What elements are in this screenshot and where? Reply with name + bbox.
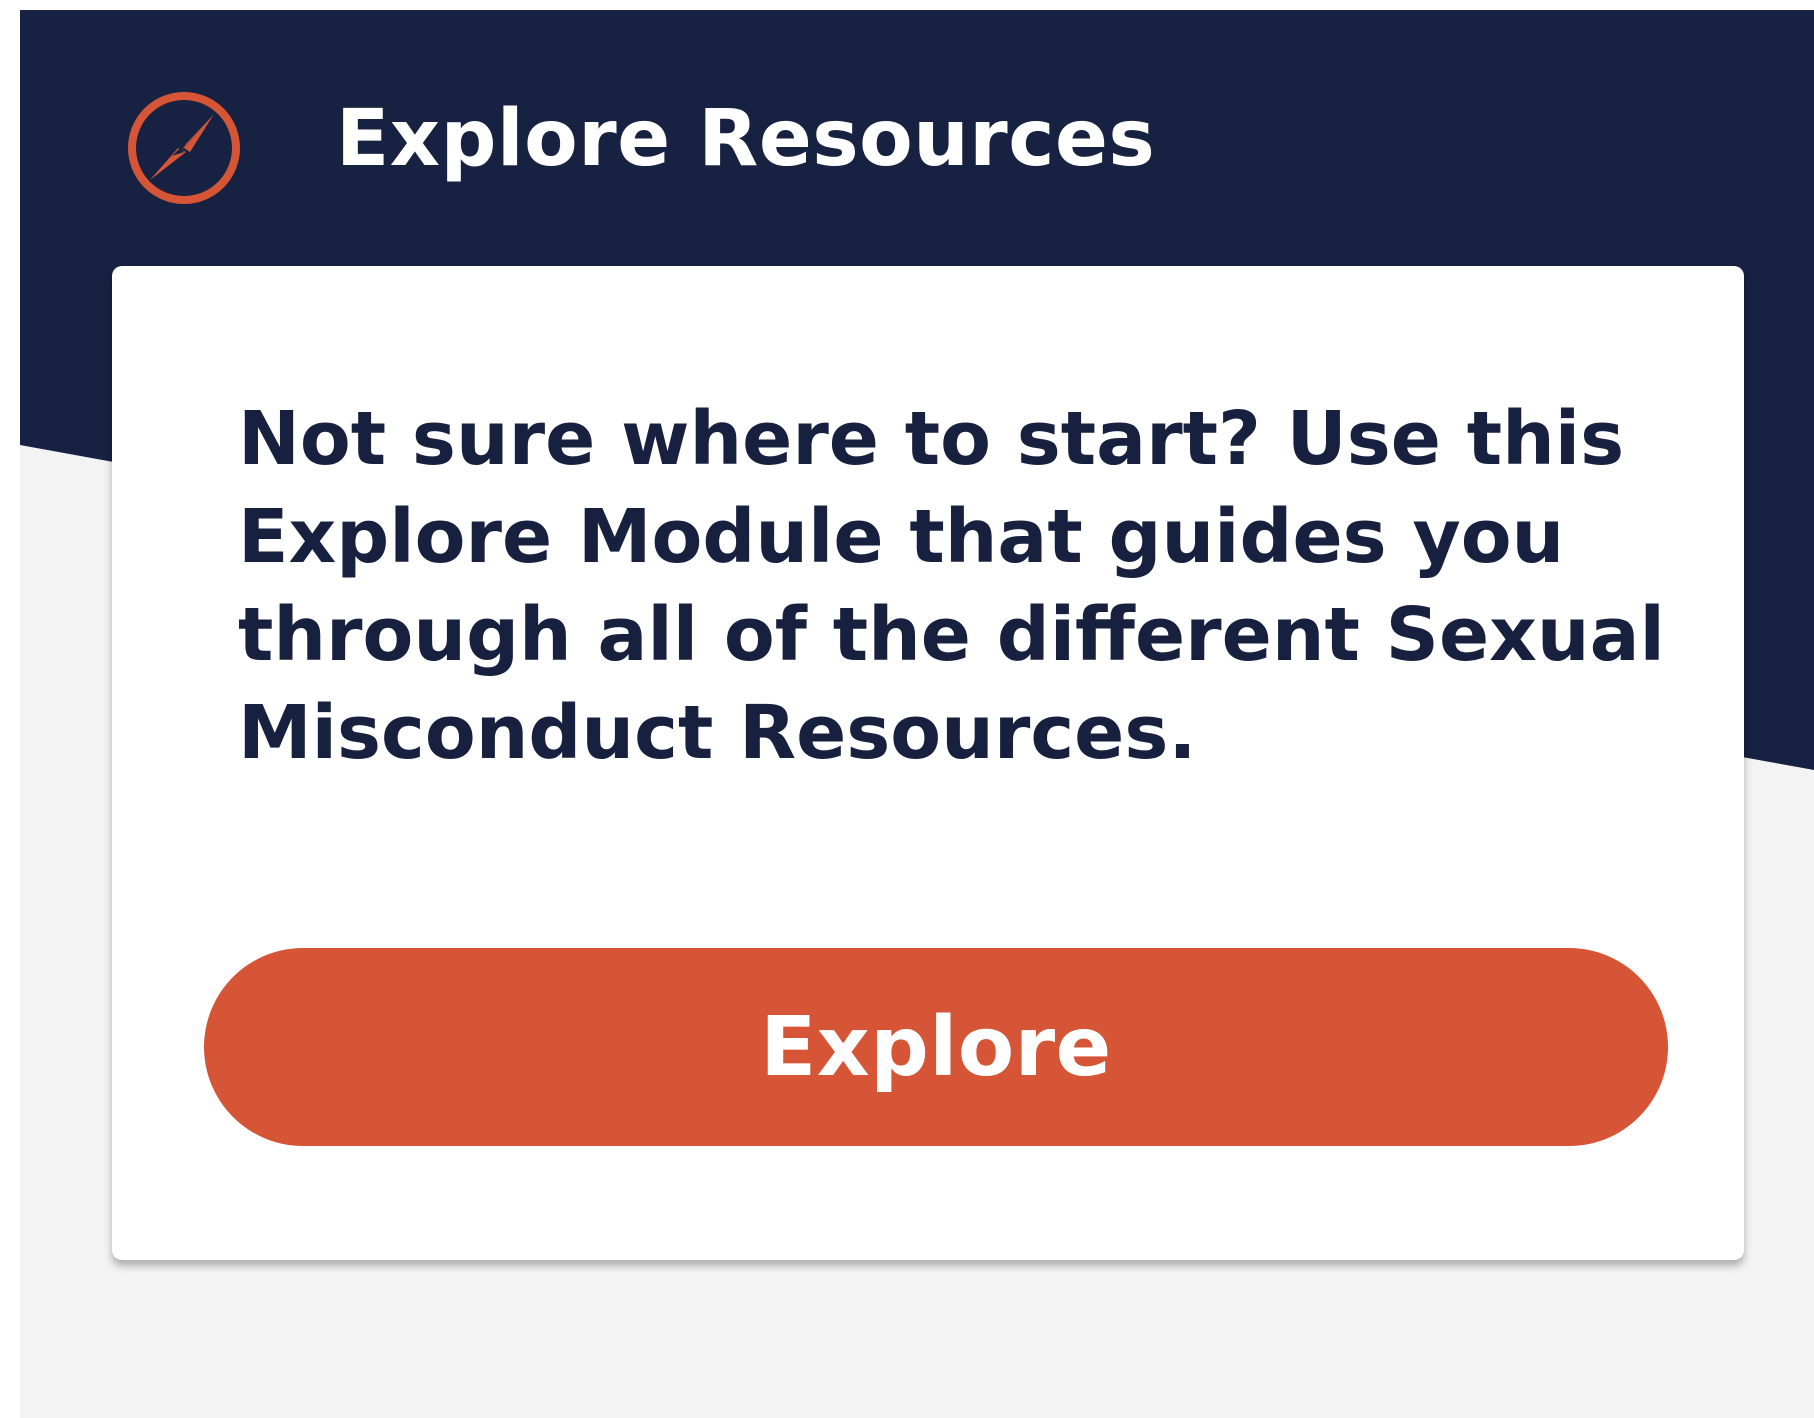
explore-resources-panel: Explore Resources Not sure where to star… bbox=[20, 10, 1814, 1418]
compass-icon bbox=[128, 92, 240, 204]
explore-card: Not sure where to start? Use this Explor… bbox=[112, 266, 1744, 1260]
page-title: Explore Resources bbox=[336, 94, 1156, 184]
card-message: Not sure where to start? Use this Explor… bbox=[238, 396, 1665, 776]
explore-button[interactable]: Explore bbox=[204, 948, 1668, 1146]
